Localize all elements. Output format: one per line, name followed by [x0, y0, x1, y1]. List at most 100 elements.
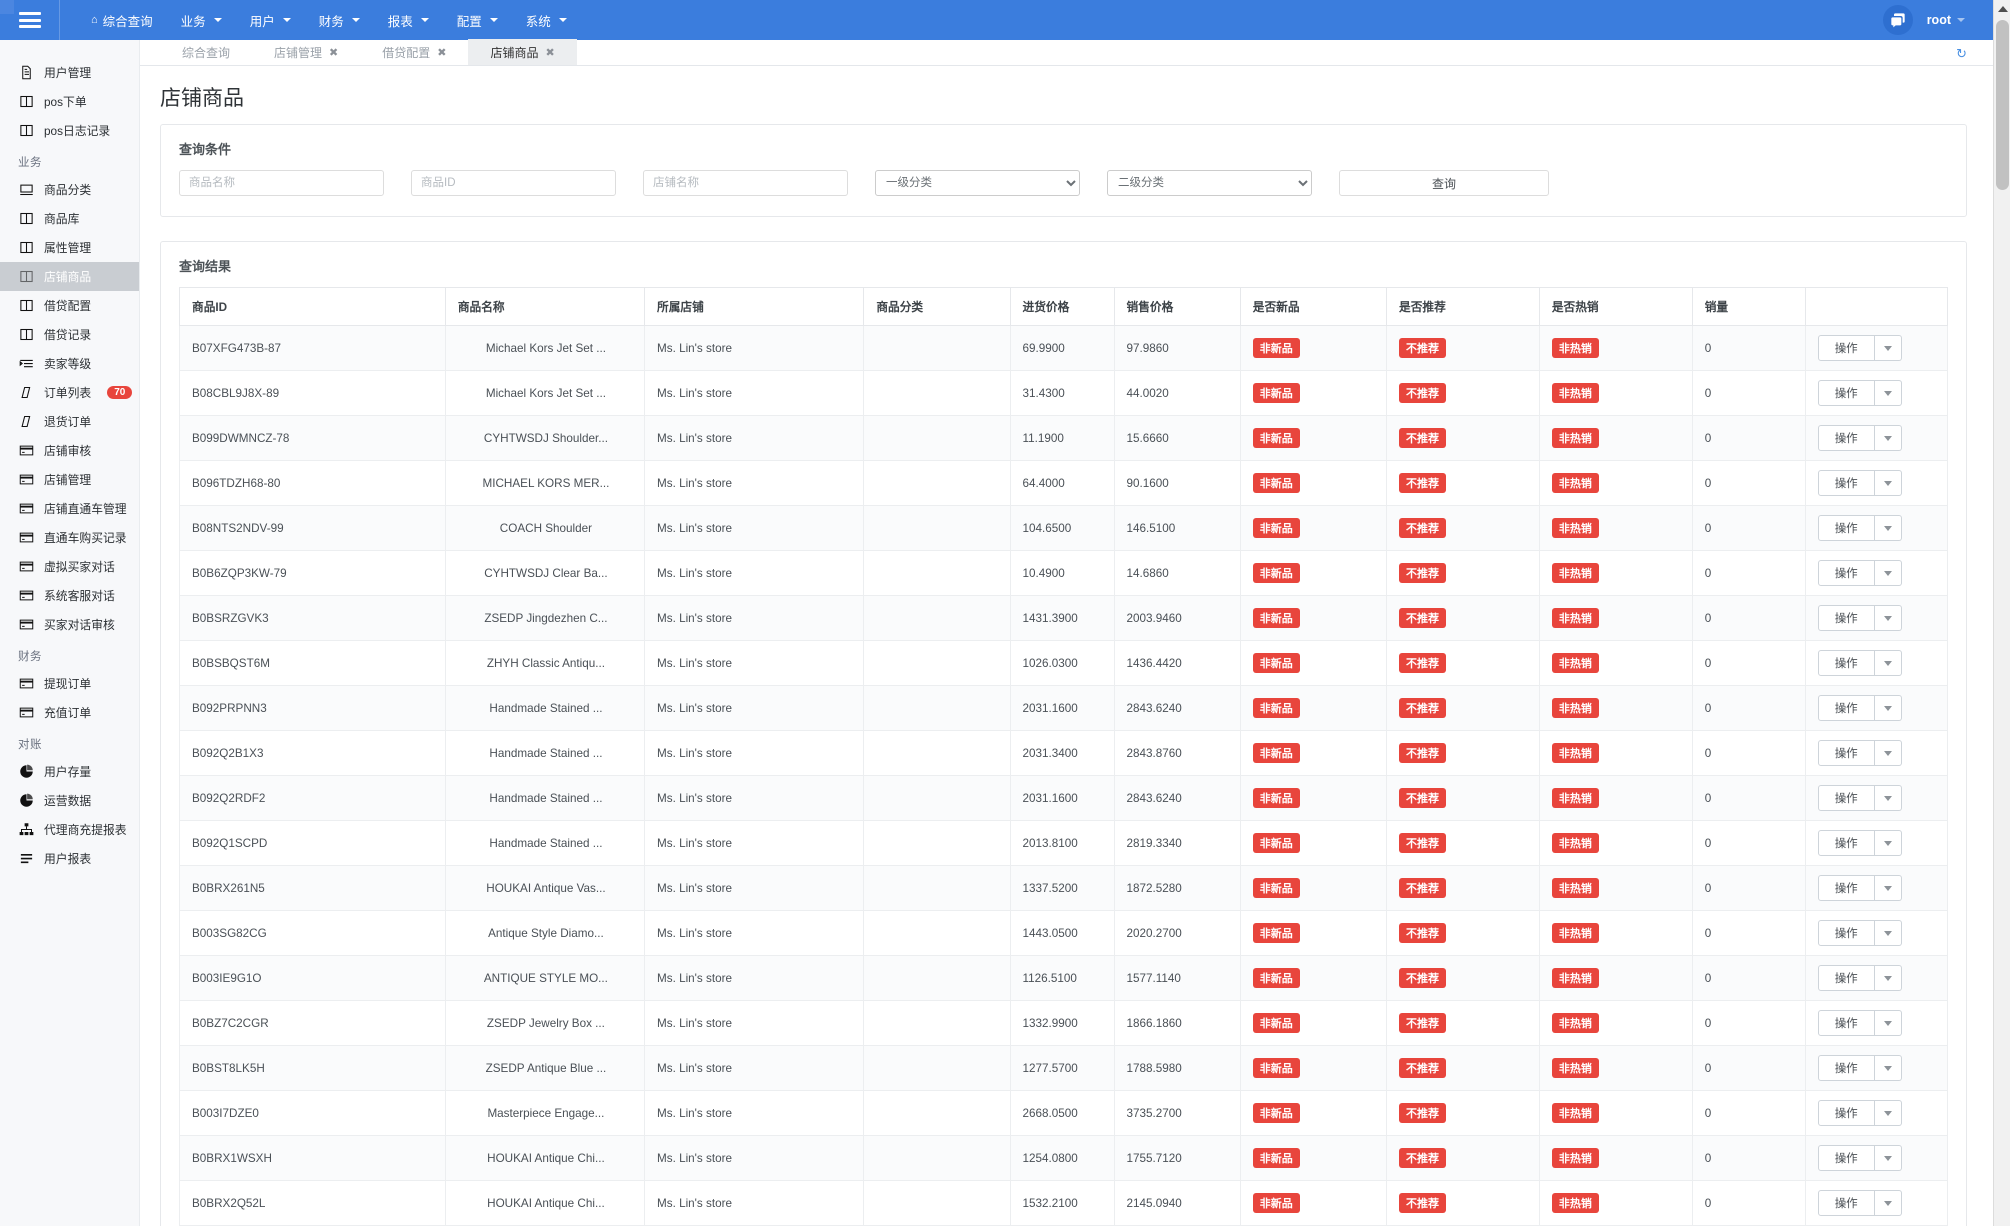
- page-scrollbar[interactable]: [1993, 0, 2010, 1226]
- action-dropdown-toggle[interactable]: [1875, 695, 1902, 721]
- action-dropdown-toggle[interactable]: [1875, 920, 1902, 946]
- action-dropdown-toggle[interactable]: [1875, 650, 1902, 676]
- table-row[interactable]: B0BRX261N5HOUKAI Antique Vas...Ms. Lin's…: [180, 866, 1948, 911]
- table-row[interactable]: B0B6ZQP3KW-79CYHTWSDJ Clear Ba...Ms. Lin…: [180, 551, 1948, 596]
- sidebar-item-直通车购买记录[interactable]: 直通车购买记录: [0, 523, 139, 552]
- category-level2-select[interactable]: 二级分类: [1107, 170, 1312, 196]
- action-button[interactable]: 操作: [1818, 920, 1875, 946]
- sidebar-item-借贷配置[interactable]: 借贷配置: [0, 291, 139, 320]
- sidebar-item-用户存量[interactable]: 用户存量: [0, 757, 139, 786]
- table-row[interactable]: B07XFG473B-87Michael Kors Jet Set ...Ms.…: [180, 326, 1948, 371]
- action-button[interactable]: 操作: [1818, 605, 1875, 631]
- table-row[interactable]: B08CBL9J8X-89Michael Kors Jet Set ...Ms.…: [180, 371, 1948, 416]
- user-menu[interactable]: root: [1927, 13, 1965, 27]
- close-icon[interactable]: ✖: [437, 46, 446, 59]
- sidebar-item-借贷记录[interactable]: 借贷记录: [0, 320, 139, 349]
- tab-店铺商品[interactable]: 店铺商品✖: [468, 39, 576, 65]
- action-dropdown-toggle[interactable]: [1875, 425, 1902, 451]
- action-dropdown-toggle[interactable]: [1875, 830, 1902, 856]
- action-button[interactable]: 操作: [1818, 695, 1875, 721]
- table-row[interactable]: B092Q1SCPDHandmade Stained ...Ms. Lin's …: [180, 821, 1948, 866]
- table-row[interactable]: B092PRPNN3Handmade Stained ...Ms. Lin's …: [180, 686, 1948, 731]
- scrollbar-thumb[interactable]: [1996, 20, 2009, 190]
- sidebar-item-店铺直通车管理[interactable]: 店铺直通车管理: [0, 494, 139, 523]
- action-dropdown-toggle[interactable]: [1875, 605, 1902, 631]
- action-dropdown-toggle[interactable]: [1875, 335, 1902, 361]
- sidebar-item-pos日志记录[interactable]: pos日志记录: [0, 116, 139, 145]
- table-row[interactable]: B0BZ7C2CGRZSEDP Jewelry Box ...Ms. Lin's…: [180, 1001, 1948, 1046]
- action-dropdown-toggle[interactable]: [1875, 965, 1902, 991]
- sidebar-item-退货订单[interactable]: 退货订单: [0, 407, 139, 436]
- tab-店铺管理[interactable]: 店铺管理✖: [252, 39, 360, 65]
- table-row[interactable]: B0BSRZGVK3ZSEDP Jingdezhen C...Ms. Lin's…: [180, 596, 1948, 641]
- action-dropdown-toggle[interactable]: [1875, 470, 1902, 496]
- action-button[interactable]: 操作: [1818, 1100, 1875, 1126]
- refresh-icon[interactable]: ↻: [1956, 46, 1967, 62]
- action-dropdown-toggle[interactable]: [1875, 1100, 1902, 1126]
- action-button[interactable]: 操作: [1818, 875, 1875, 901]
- sidebar-item-卖家等级[interactable]: 卖家等级: [0, 349, 139, 378]
- sidebar-item-店铺管理[interactable]: 店铺管理: [0, 465, 139, 494]
- action-dropdown-toggle[interactable]: [1875, 1190, 1902, 1216]
- category-level1-select[interactable]: 一级分类: [875, 170, 1080, 196]
- product-id-input[interactable]: [411, 170, 616, 196]
- action-button[interactable]: 操作: [1818, 470, 1875, 496]
- sidebar-item-虚拟买家对话[interactable]: 虚拟买家对话: [0, 552, 139, 581]
- close-icon[interactable]: ✖: [329, 46, 338, 59]
- sidebar-item-pos下单[interactable]: pos下单: [0, 87, 139, 116]
- table-row[interactable]: B0BST8LK5HZSEDP Antique Blue ...Ms. Lin'…: [180, 1046, 1948, 1091]
- action-dropdown-toggle[interactable]: [1875, 875, 1902, 901]
- sidebar-item-属性管理[interactable]: 属性管理: [0, 233, 139, 262]
- store-name-input[interactable]: [643, 170, 848, 196]
- action-dropdown-toggle[interactable]: [1875, 560, 1902, 586]
- action-dropdown-toggle[interactable]: [1875, 380, 1902, 406]
- tab-借贷配置[interactable]: 借贷配置✖: [360, 39, 468, 65]
- sidebar[interactable]: 用户管理pos下单pos日志记录业务商品分类商品库属性管理店铺商品借贷配置借贷记…: [0, 40, 140, 1226]
- action-button[interactable]: 操作: [1818, 1055, 1875, 1081]
- table-row[interactable]: B0BSBQST6MZHYH Classic Antiqu...Ms. Lin'…: [180, 641, 1948, 686]
- action-button[interactable]: 操作: [1818, 1190, 1875, 1216]
- scroll-up-arrow-icon[interactable]: [1994, 0, 2010, 17]
- sidebar-item-运营数据[interactable]: 运营数据: [0, 786, 139, 815]
- action-dropdown-toggle[interactable]: [1875, 785, 1902, 811]
- action-dropdown-toggle[interactable]: [1875, 1010, 1902, 1036]
- action-button[interactable]: 操作: [1818, 830, 1875, 856]
- search-button[interactable]: 查询: [1339, 170, 1549, 196]
- sidebar-item-商品分类[interactable]: 商品分类: [0, 175, 139, 204]
- sidebar-item-提现订单[interactable]: 提现订单: [0, 669, 139, 698]
- nav-item-5[interactable]: 报表: [375, 5, 442, 36]
- action-button[interactable]: 操作: [1818, 515, 1875, 541]
- sidebar-item-代理商充提报表[interactable]: 代理商充提报表: [0, 815, 139, 844]
- action-button[interactable]: 操作: [1818, 1010, 1875, 1036]
- action-dropdown-toggle[interactable]: [1875, 515, 1902, 541]
- action-button[interactable]: 操作: [1818, 380, 1875, 406]
- action-dropdown-toggle[interactable]: [1875, 1145, 1902, 1171]
- sidebar-item-商品库[interactable]: 商品库: [0, 204, 139, 233]
- sidebar-item-店铺审核[interactable]: 店铺审核: [0, 436, 139, 465]
- tab-综合查询[interactable]: 综合查询: [160, 39, 252, 65]
- chat-bubble-icon[interactable]: [1883, 5, 1913, 35]
- sidebar-item-充值订单[interactable]: 充值订单: [0, 698, 139, 727]
- table-row[interactable]: B092Q2RDF2Handmade Stained ...Ms. Lin's …: [180, 776, 1948, 821]
- nav-item-2[interactable]: 业务: [168, 5, 235, 36]
- sidebar-item-用户报表[interactable]: 用户报表: [0, 844, 139, 873]
- table-row[interactable]: B096TDZH68-80MICHAEL KORS MER...Ms. Lin'…: [180, 461, 1948, 506]
- table-row[interactable]: B08NTS2NDV-99COACH ShoulderMs. Lin's sto…: [180, 506, 1948, 551]
- nav-item-3[interactable]: 用户: [237, 5, 304, 36]
- table-row[interactable]: B003SG82CGAntique Style Diamo...Ms. Lin'…: [180, 911, 1948, 956]
- action-button[interactable]: 操作: [1818, 785, 1875, 811]
- nav-item-1[interactable]: ⌂综合查询: [78, 5, 166, 36]
- product-name-input[interactable]: [179, 170, 384, 196]
- action-button[interactable]: 操作: [1818, 965, 1875, 991]
- sidebar-item-用户管理[interactable]: 用户管理: [0, 58, 139, 87]
- sidebar-item-订单列表[interactable]: 订单列表70: [0, 378, 139, 407]
- action-dropdown-toggle[interactable]: [1875, 1055, 1902, 1081]
- nav-item-7[interactable]: 系统: [513, 5, 580, 36]
- close-icon[interactable]: ✖: [546, 46, 555, 59]
- table-row[interactable]: B092Q2B1X3Handmade Stained ...Ms. Lin's …: [180, 731, 1948, 776]
- action-button[interactable]: 操作: [1818, 1145, 1875, 1171]
- nav-item-6[interactable]: 配置: [444, 5, 511, 36]
- action-button[interactable]: 操作: [1818, 335, 1875, 361]
- sidebar-item-系统客服对话[interactable]: 系统客服对话: [0, 581, 139, 610]
- action-button[interactable]: 操作: [1818, 560, 1875, 586]
